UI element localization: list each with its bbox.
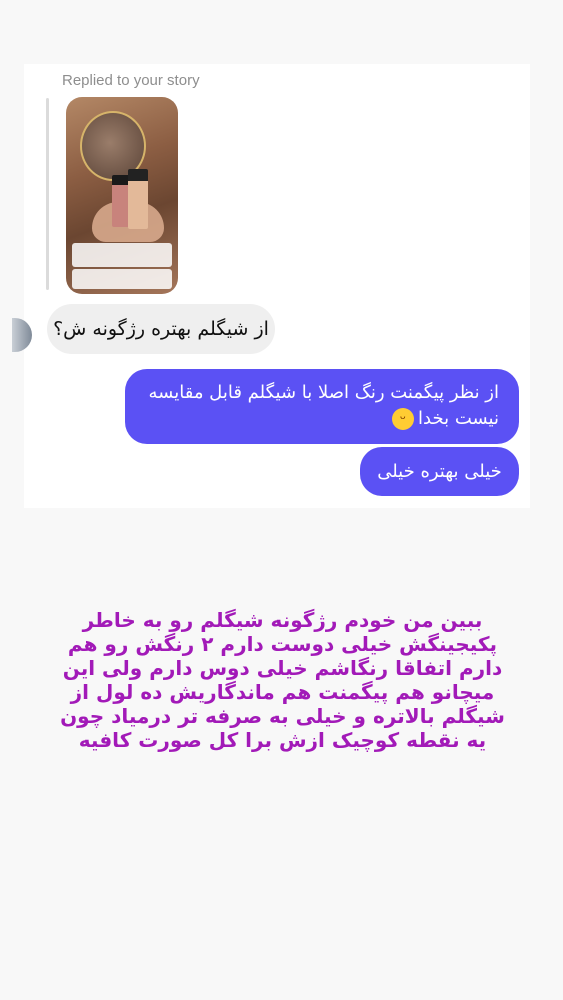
reply-indicator-line — [46, 98, 49, 290]
story-text-overlay — [72, 269, 172, 289]
message-text: از نظر پیگمنت رنگ اصلا با شیگلم قابل مقا… — [142, 382, 499, 429]
grinning-face-emoji-icon: ᵕ — [392, 408, 415, 430]
incoming-message-bubble[interactable]: از شیگلم بهتره رژگونه ش؟ — [47, 304, 275, 354]
replied-to-story-label: Replied to your story — [62, 72, 200, 89]
foundation-bottle-image — [128, 169, 148, 229]
outgoing-message-bubble[interactable]: خیلی بهتره خیلی — [360, 447, 519, 496]
outgoing-message-bubble[interactable]: از نظر پیگمنت رنگ اصلا با شیگلم قابل مقا… — [125, 369, 519, 444]
story-text-overlay — [72, 243, 172, 267]
story-caption-text: ببین من خودم رژگونه شیگلم رو به خاطر پکی… — [60, 608, 505, 752]
story-thumbnail[interactable] — [66, 97, 178, 294]
